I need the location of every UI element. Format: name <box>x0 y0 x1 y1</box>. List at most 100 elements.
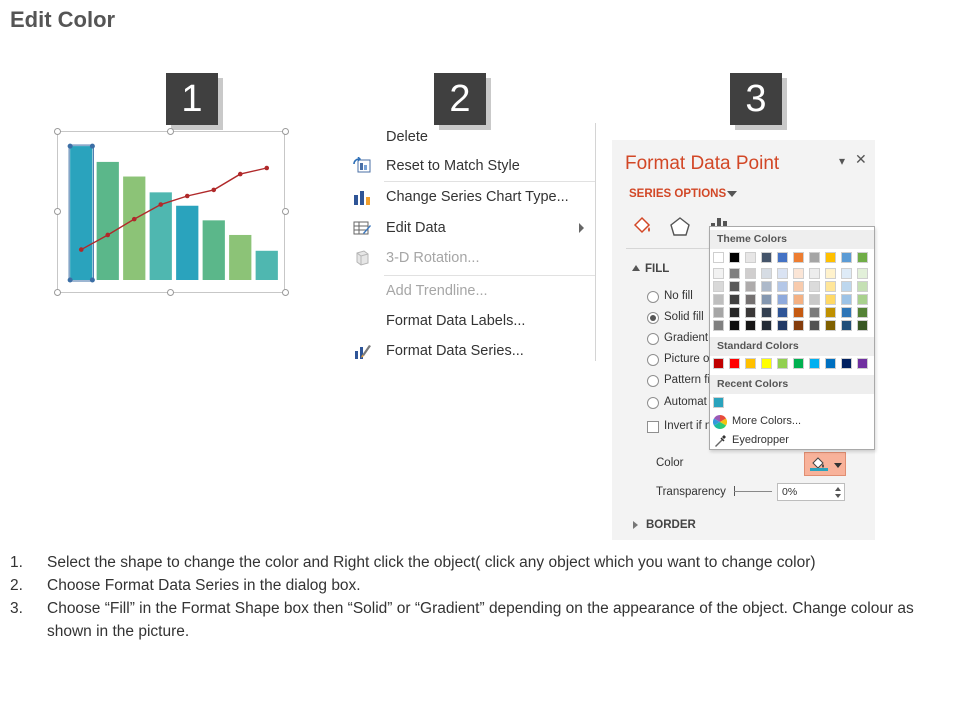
theme-color-swatch[interactable] <box>857 307 868 318</box>
chart-bar[interactable] <box>255 250 278 280</box>
theme-color-swatch[interactable] <box>809 294 820 305</box>
theme-color-swatch[interactable] <box>729 268 740 279</box>
fill-line-tab-icon[interactable] <box>630 215 654 239</box>
theme-color-swatch[interactable] <box>841 294 852 305</box>
resize-handle-bottom-left[interactable] <box>54 289 61 296</box>
fill-color-button[interactable] <box>804 452 846 476</box>
theme-color-swatch[interactable] <box>745 307 756 318</box>
resize-handle-bottom[interactable] <box>167 289 174 296</box>
theme-color-swatch[interactable] <box>809 320 820 331</box>
theme-color-swatch[interactable] <box>793 281 804 292</box>
theme-color-swatch[interactable] <box>809 268 820 279</box>
theme-color-swatch[interactable] <box>777 307 788 318</box>
theme-color-swatch[interactable] <box>777 294 788 305</box>
spin-up-icon[interactable] <box>835 487 841 491</box>
pane-options-icon[interactable]: ▾ <box>839 154 845 168</box>
invert-if-negative-checkbox[interactable] <box>647 421 659 433</box>
bar-selection-handle[interactable] <box>67 277 73 283</box>
theme-color-swatch[interactable] <box>761 268 772 279</box>
standard-color-swatch[interactable] <box>777 358 788 369</box>
expand-icon[interactable] <box>633 521 638 529</box>
chart-bar[interactable] <box>176 205 199 280</box>
chart-frame[interactable] <box>57 131 285 293</box>
chart-line-point[interactable] <box>184 193 190 199</box>
theme-color-swatch[interactable] <box>761 320 772 331</box>
menu-item-change-chart-type[interactable]: Change Series Chart Type... <box>348 183 596 211</box>
standard-color-swatch[interactable] <box>841 358 852 369</box>
chart-bar[interactable] <box>229 234 252 280</box>
theme-color-swatch[interactable] <box>825 294 836 305</box>
theme-color-swatch[interactable] <box>729 294 740 305</box>
theme-color-swatch[interactable] <box>745 252 756 263</box>
theme-color-swatch[interactable] <box>825 252 836 263</box>
eyedropper-item[interactable]: Eyedropper <box>710 433 874 449</box>
theme-color-swatch[interactable] <box>841 252 852 263</box>
effects-tab-icon[interactable] <box>668 215 692 239</box>
collapse-icon[interactable] <box>632 265 640 271</box>
chart-line-point[interactable] <box>105 232 111 238</box>
theme-color-swatch[interactable] <box>793 252 804 263</box>
standard-color-swatch[interactable] <box>761 358 772 369</box>
theme-color-swatch[interactable] <box>761 281 772 292</box>
standard-color-swatch[interactable] <box>793 358 804 369</box>
theme-color-swatch[interactable] <box>729 307 740 318</box>
recent-color-swatch[interactable] <box>713 397 724 408</box>
spin-down-icon[interactable] <box>835 494 841 498</box>
theme-color-swatch[interactable] <box>777 252 788 263</box>
pattern-fill-radio[interactable] <box>647 375 659 387</box>
theme-color-swatch[interactable] <box>857 268 868 279</box>
theme-color-swatch[interactable] <box>793 294 804 305</box>
standard-color-swatch[interactable] <box>745 358 756 369</box>
theme-color-swatch[interactable] <box>857 252 868 263</box>
theme-color-swatch[interactable] <box>841 307 852 318</box>
close-icon[interactable]: ✕ <box>855 151 867 168</box>
theme-color-swatch[interactable] <box>713 294 724 305</box>
menu-item-reset-style[interactable]: Reset to Match Style <box>348 152 596 180</box>
bar-selection-handle[interactable] <box>89 277 95 283</box>
gradient-fill-radio[interactable] <box>647 333 659 345</box>
chart-bar[interactable] <box>123 176 146 280</box>
theme-color-swatch[interactable] <box>729 252 740 263</box>
theme-color-swatch[interactable] <box>825 307 836 318</box>
chart-bar[interactable] <box>202 220 225 280</box>
theme-color-swatch[interactable] <box>761 252 772 263</box>
solid-fill-radio[interactable] <box>647 312 659 324</box>
transparency-slider[interactable] <box>734 491 772 492</box>
chart-line-point[interactable] <box>264 165 270 171</box>
chart-line-point[interactable] <box>78 247 84 252</box>
chart-bar[interactable] <box>70 146 93 280</box>
standard-color-swatch[interactable] <box>729 358 740 369</box>
picture-fill-radio[interactable] <box>647 354 659 366</box>
chart-line-point[interactable] <box>158 202 164 207</box>
chevron-down-icon[interactable] <box>727 191 737 197</box>
chart-plot[interactable] <box>58 132 286 294</box>
theme-color-swatch[interactable] <box>825 268 836 279</box>
chart-line-point[interactable] <box>237 171 243 177</box>
standard-color-swatch[interactable] <box>713 358 724 369</box>
border-section-header[interactable]: BORDER <box>646 519 696 531</box>
theme-color-swatch[interactable] <box>761 294 772 305</box>
bar-selection-handle[interactable] <box>67 143 73 149</box>
theme-color-swatch[interactable] <box>825 320 836 331</box>
menu-item-edit-data[interactable]: Edit Data <box>348 214 596 242</box>
theme-color-swatch[interactable] <box>729 281 740 292</box>
theme-color-swatch[interactable] <box>809 307 820 318</box>
theme-color-swatch[interactable] <box>793 307 804 318</box>
more-colors-item[interactable]: More Colors... <box>710 414 874 430</box>
series-options-dropdown[interactable]: SERIES OPTIONS <box>629 188 726 200</box>
standard-color-swatch[interactable] <box>809 358 820 369</box>
theme-color-swatch[interactable] <box>793 268 804 279</box>
resize-handle-bottom-right[interactable] <box>282 289 289 296</box>
theme-color-swatch[interactable] <box>713 320 724 331</box>
theme-color-swatch[interactable] <box>809 252 820 263</box>
menu-item-format-data-series[interactable]: Format Data Series... <box>348 337 596 365</box>
theme-color-swatch[interactable] <box>841 268 852 279</box>
chart-line-point[interactable] <box>131 216 137 222</box>
menu-item-3d-rotation[interactable]: 3-D Rotation... <box>348 244 596 272</box>
theme-color-swatch[interactable] <box>745 268 756 279</box>
resize-handle-left[interactable] <box>54 208 61 215</box>
theme-color-swatch[interactable] <box>745 320 756 331</box>
theme-color-swatch[interactable] <box>713 307 724 318</box>
menu-item-delete[interactable]: Delete <box>348 123 596 151</box>
chart-bar[interactable] <box>96 161 119 280</box>
